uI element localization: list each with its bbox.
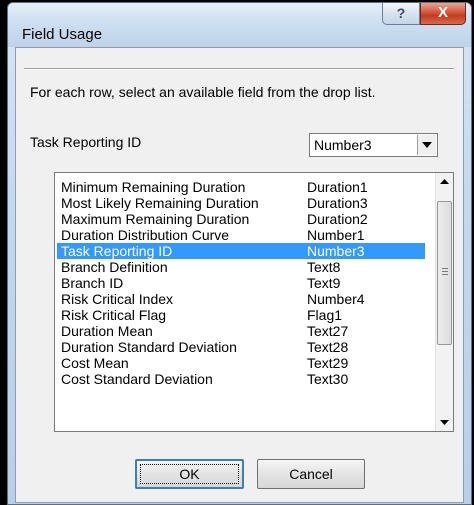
row-name: Maximum Remaining Duration (61, 211, 250, 227)
list-item[interactable]: Cost Mean Text29 (57, 355, 425, 371)
row-field: Flag1 (307, 307, 343, 323)
list-item[interactable]: Task Reporting ID Number3 (57, 243, 425, 259)
dialog-window: Field Usage ? X For each row, select an … (7, 2, 472, 505)
close-button[interactable]: X (420, 3, 466, 25)
dialog-title: Field Usage (22, 26, 103, 43)
row-field: Duration2 (307, 211, 368, 227)
dropdown-value: Number3 (314, 137, 372, 153)
list-item[interactable]: Risk Critical Flag Flag1 (57, 307, 425, 323)
chevron-down-icon (422, 142, 432, 148)
row-field: Number3 (307, 243, 365, 259)
cancel-button[interactable]: Cancel (257, 459, 365, 489)
dropdown-button[interactable] (417, 135, 436, 155)
row-field: Text9 (307, 275, 341, 291)
separator (24, 68, 454, 70)
row-name: Cost Mean (61, 355, 129, 371)
help-button[interactable]: ? (382, 3, 420, 25)
list-item[interactable]: Most Likely Remaining Duration Duration3 (57, 195, 425, 211)
title-bar[interactable]: Field Usage ? X (8, 3, 471, 47)
row-name: Duration Distribution Curve (61, 227, 230, 243)
arrow-up-icon (440, 179, 449, 184)
close-icon: X (437, 4, 448, 21)
list-item[interactable]: Maximum Remaining Duration Duration2 (57, 211, 425, 227)
list-item[interactable]: Branch ID Text9 (57, 275, 425, 291)
row-name: Branch ID (61, 275, 124, 291)
vertical-scrollbar[interactable] (435, 173, 453, 431)
list-item[interactable]: Risk Critical Index Number4 (57, 291, 425, 307)
list-item[interactable]: Duration Standard Deviation Text28 (57, 339, 425, 355)
row-name: Task Reporting ID (61, 243, 173, 259)
instruction-text: For each row, select an available field … (30, 84, 376, 100)
row-field: Number4 (307, 291, 365, 307)
list-item[interactable]: Duration Mean Text27 (57, 323, 425, 339)
task-reporting-id-label: Task Reporting ID (30, 134, 142, 150)
field-rows: Minimum Remaining Duration Duration1 Most … (57, 179, 425, 387)
scroll-down-button[interactable] (436, 414, 453, 431)
row-name: Duration Mean (61, 323, 153, 339)
row-field: Text28 (307, 339, 349, 355)
field-mapping-list[interactable]: Minimum Remaining Duration Duration1 Most … (54, 172, 454, 432)
task-reporting-id-dropdown[interactable]: Number3 (309, 133, 438, 157)
ok-button[interactable]: OK (135, 459, 244, 489)
row-name: Risk Critical Index (61, 291, 174, 307)
row-name: Duration Standard Deviation (61, 339, 237, 355)
arrow-down-icon (440, 420, 449, 425)
list-item[interactable]: Duration Distribution Curve Number1 (57, 227, 425, 243)
help-icon: ? (396, 5, 406, 21)
scroll-up-button[interactable] (436, 173, 453, 190)
row-name: Cost Standard Deviation (61, 371, 213, 387)
list-item[interactable]: Minimum Remaining Duration Duration1 (57, 179, 425, 195)
cancel-label: Cancel (289, 466, 333, 482)
row-name: Most Likely Remaining Duration (61, 195, 259, 211)
list-item[interactable]: Cost Standard Deviation Text30 (57, 371, 425, 387)
row-name: Branch Definition (61, 259, 168, 275)
row-field: Text30 (307, 371, 349, 387)
thumb-grip-icon (442, 268, 448, 277)
row-name: Risk Critical Flag (61, 307, 167, 323)
row-field: Duration3 (307, 195, 368, 211)
row-field: Duration1 (307, 179, 368, 195)
focus-rect (140, 464, 239, 484)
list-item[interactable]: Branch Definition Text8 (57, 259, 425, 275)
row-name: Minimum Remaining Duration (61, 179, 246, 195)
row-field: Text8 (307, 259, 341, 275)
row-field: Text29 (307, 355, 349, 371)
row-field: Number1 (307, 227, 365, 243)
dialog-client-area: For each row, select an available field … (15, 47, 464, 503)
scroll-thumb[interactable] (437, 201, 452, 345)
row-field: Text27 (307, 323, 349, 339)
